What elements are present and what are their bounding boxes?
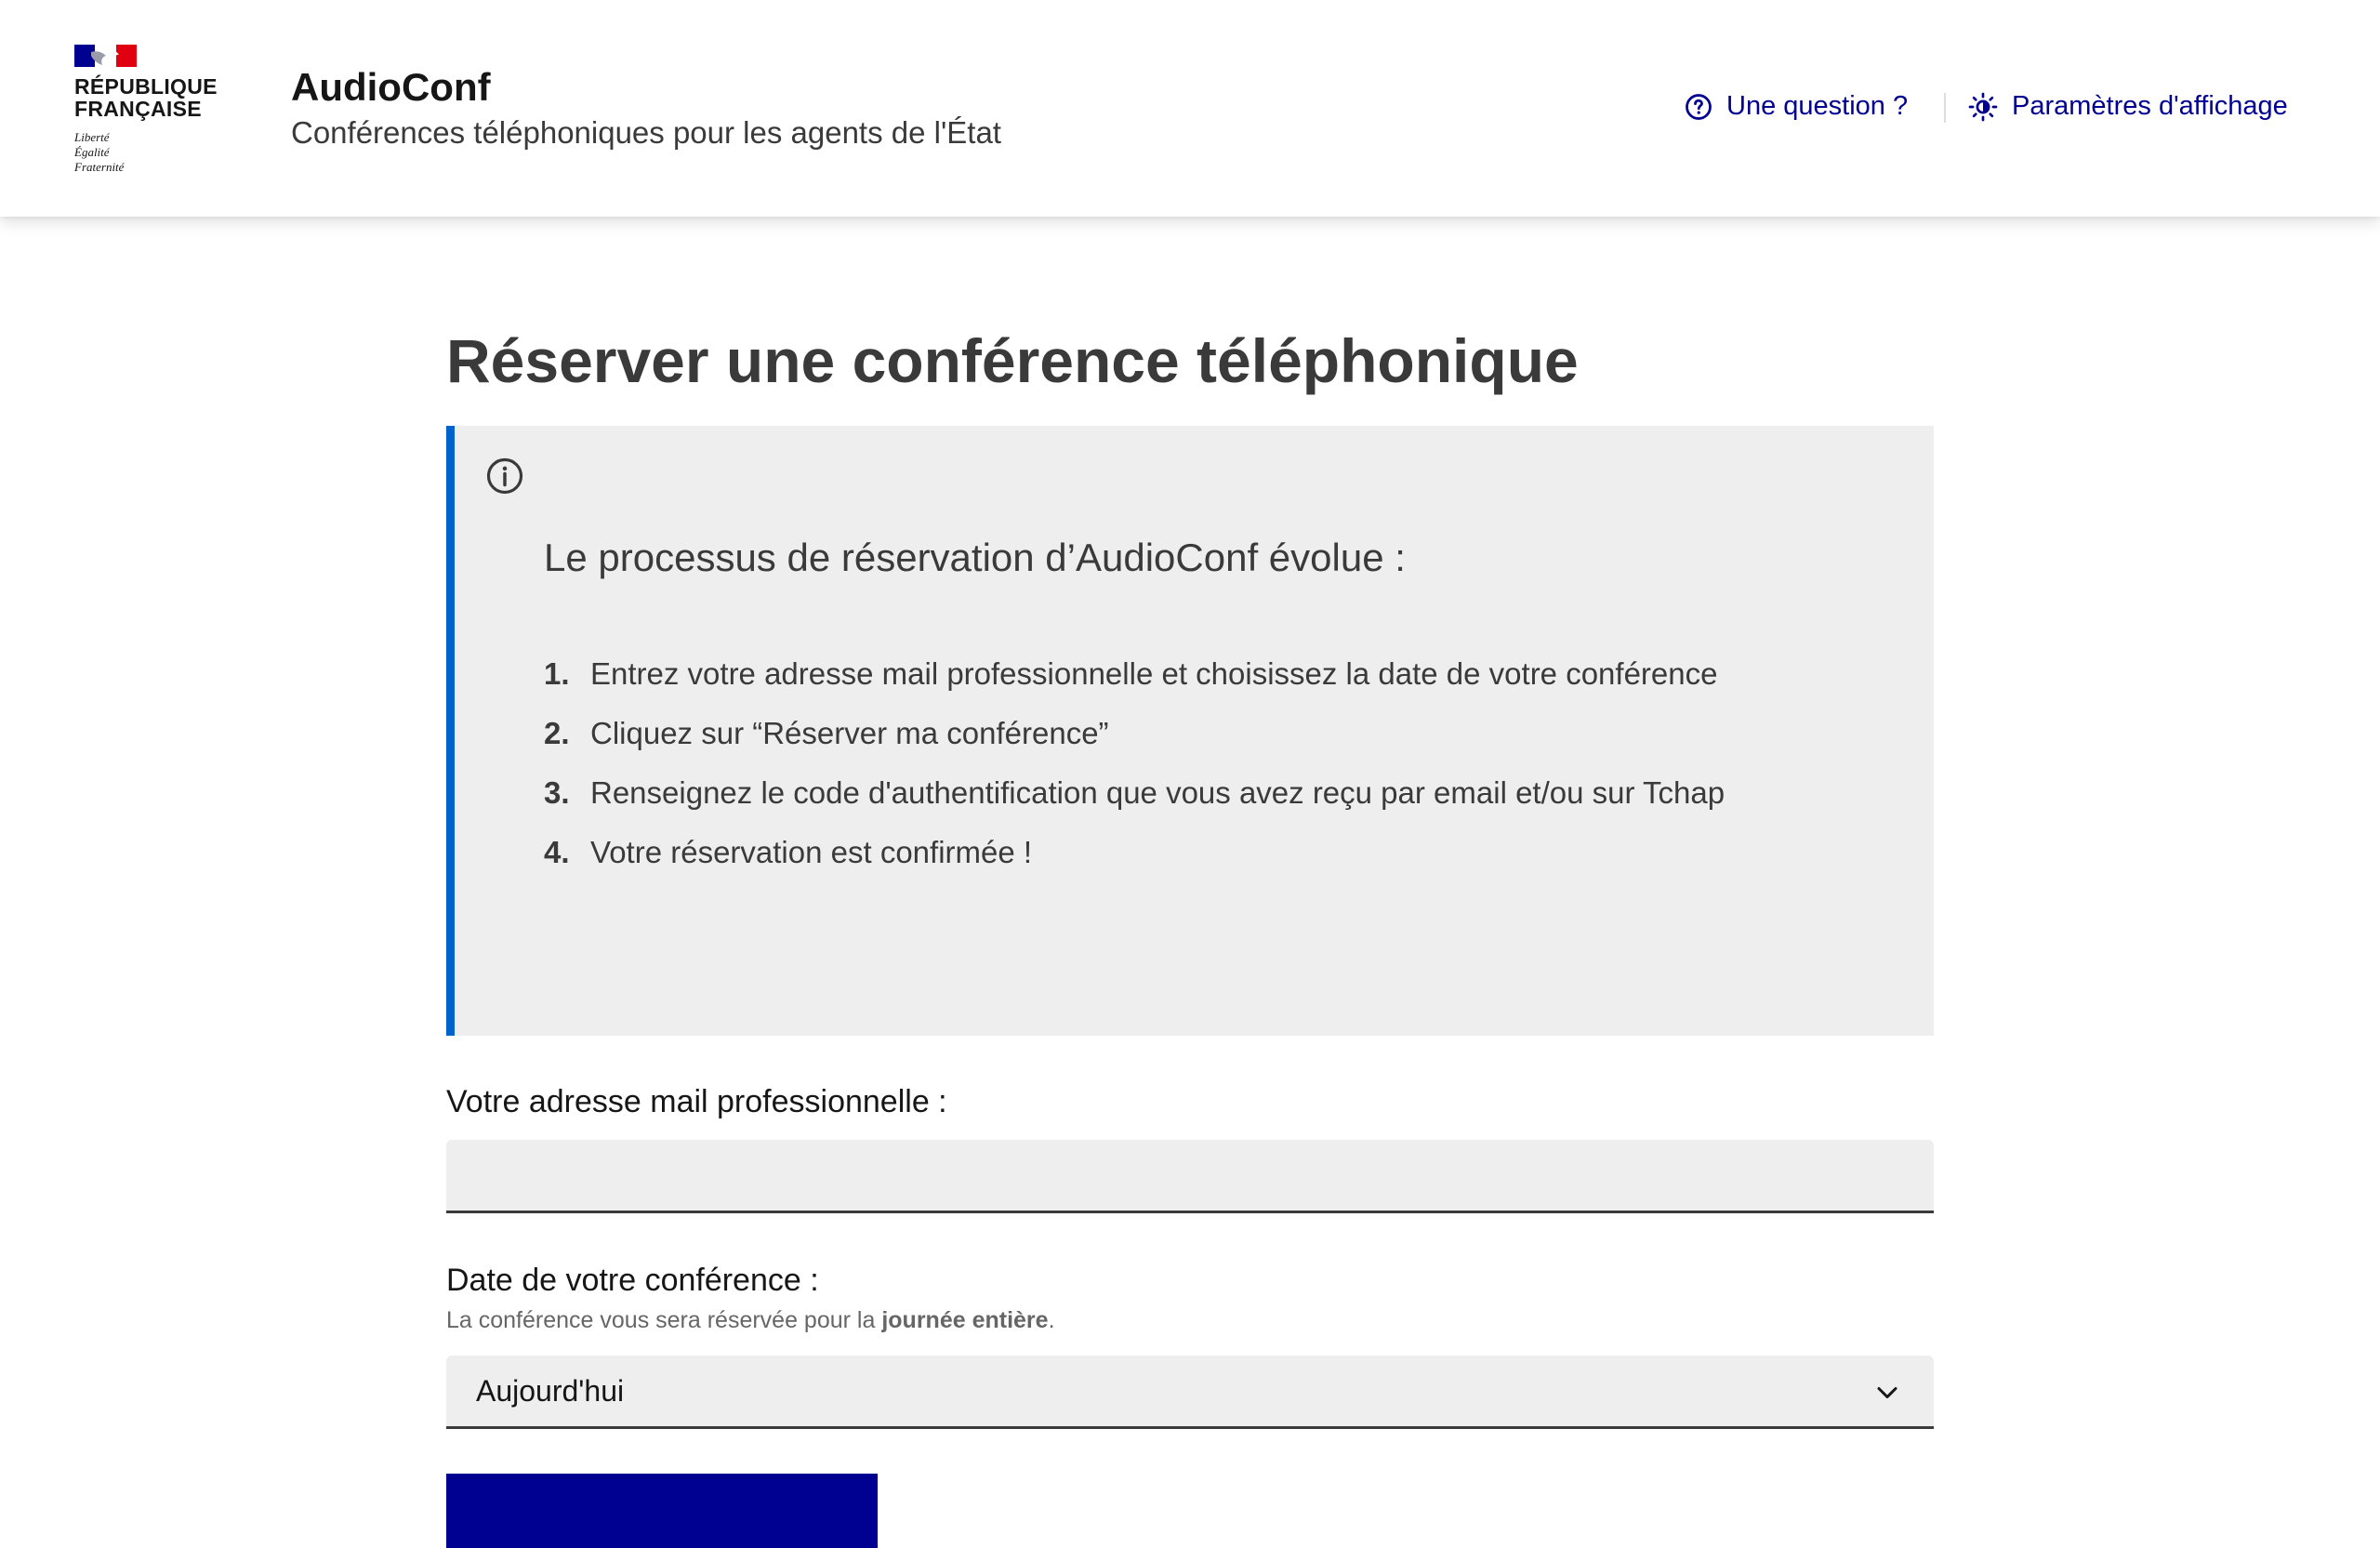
display-settings-link[interactable]: Paramètres d'affichage [1968, 91, 2288, 122]
step-item: 1. Entrez votre adresse mail professionn… [544, 656, 1725, 716]
date-select-value: Aujourd'hui [476, 1373, 625, 1408]
step-item: 2. Cliquez sur “Réserver ma conférence” [544, 716, 1725, 775]
question-link[interactable]: Une question ? [1685, 91, 1908, 122]
date-hint-emphasis: journée entière [881, 1307, 1049, 1333]
date-select[interactable]: Aujourd'hui [446, 1356, 1934, 1429]
step-text: Renseignez le code d'authentification qu… [590, 775, 1726, 810]
info-icon [486, 457, 523, 495]
date-hint: La conférence vous sera réservée pour la… [446, 1307, 1055, 1334]
email-label: Votre adresse mail professionnelle : [446, 1084, 947, 1119]
step-number: 3. [544, 775, 570, 810]
theme-sun-icon [1968, 92, 1998, 121]
step-number: 4. [544, 835, 570, 869]
reserve-conference-button[interactable] [446, 1474, 878, 1548]
step-item: 3. Renseignez le code d'authentification… [544, 775, 1725, 835]
site-header: RÉPUBLIQUE FRANÇAISE Liberté Égalité Fra… [0, 0, 2380, 217]
motto-liberte: Liberté [74, 130, 110, 144]
date-hint-prefix: La conférence vous sera réservée pour la [446, 1307, 882, 1333]
service-title[interactable]: AudioConf [291, 65, 491, 110]
logo-text-republique: RÉPUBLIQUE [74, 74, 218, 99]
date-hint-suffix: . [1048, 1307, 1055, 1333]
page-title: Réserver une conférence téléphonique [446, 326, 1579, 395]
header-tools-divider [1944, 93, 1946, 123]
logo-text-francaise: FRANÇAISE [74, 97, 202, 121]
display-settings-label: Paramètres d'affichage [2012, 91, 2288, 121]
question-link-label: Une question ? [1726, 91, 1909, 121]
steps-list: 1. Entrez votre adresse mail professionn… [544, 656, 1725, 894]
email-input[interactable] [446, 1140, 1934, 1213]
marianne-flag-icon [74, 45, 137, 67]
step-number: 2. [544, 716, 570, 750]
republique-francaise-logo[interactable]: RÉPUBLIQUE FRANÇAISE Liberté Égalité Fra… [74, 43, 232, 182]
motto-fraternite: Fraternité [74, 160, 125, 174]
step-text: Entrez votre adresse mail professionnell… [590, 656, 1718, 691]
step-number: 1. [544, 656, 570, 691]
date-label: Date de votre conférence : [446, 1263, 819, 1298]
info-callout: Le processus de réservation d’AudioConf … [446, 426, 1934, 1036]
service-tagline: Conférences téléphoniques pour les agent… [291, 115, 1001, 150]
step-item: 4. Votre réservation est confirmée ! [544, 835, 1725, 894]
step-text: Votre réservation est confirmée ! [590, 835, 1033, 869]
motto-egalite: Égalité [74, 145, 110, 159]
question-circle-icon [1686, 93, 1712, 120]
step-text: Cliquez sur “Réserver ma conférence” [590, 716, 1109, 750]
chevron-down-icon [1877, 1387, 1897, 1398]
callout-heading: Le processus de réservation d’AudioConf … [544, 536, 1406, 579]
